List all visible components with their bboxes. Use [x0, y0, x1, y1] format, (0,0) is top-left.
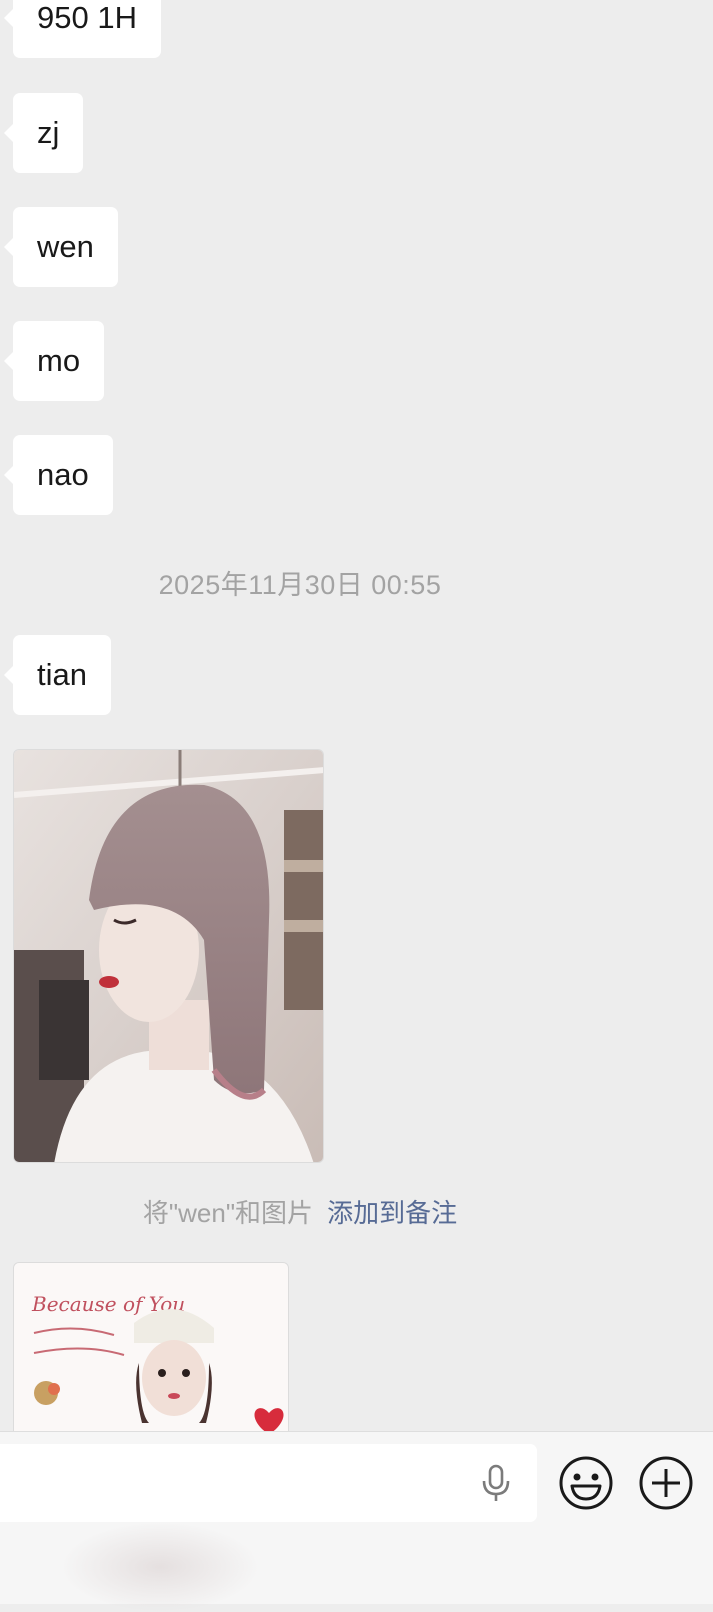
- message-text: nao: [37, 457, 89, 492]
- portrait-photo-image: [14, 750, 323, 1162]
- message-bubble[interactable]: wen: [4, 207, 118, 287]
- hint-text: 将"wen"和图片: [142, 1198, 314, 1228]
- message-text: 950 1H: [37, 0, 137, 35]
- message-bubble[interactable]: mo: [3, 321, 105, 401]
- microphone-icon[interactable]: [479, 1464, 513, 1502]
- plus-icon[interactable]: [638, 1455, 694, 1511]
- image-message-portrait[interactable]: [13, 749, 324, 1163]
- message-text: tian: [37, 657, 87, 692]
- chat-input-bar: [0, 1431, 713, 1612]
- message-timestamp: 2025年11月30日 00:55: [158, 570, 442, 600]
- message-bubble[interactable]: zj: [3, 93, 84, 173]
- message-text: mo: [37, 343, 81, 378]
- message-bubble[interactable]: 950 1H: [4, 0, 161, 58]
- sticker-photo-image: Because of You: [14, 1263, 288, 1431]
- add-to-remark-hint: 将"wen"和图片 添加到备注: [0, 1193, 600, 1230]
- emoji-icon[interactable]: [558, 1455, 614, 1511]
- message-input[interactable]: [0, 1444, 537, 1522]
- message-text: wen: [37, 229, 94, 264]
- chat-message-list[interactable]: 950 1H zj wen mo nao 2025年11月30日 00:55 t…: [0, 0, 713, 1431]
- keyboard-area-shadow: [60, 1522, 260, 1612]
- image-message-sticker[interactable]: Because of You: [13, 1262, 289, 1431]
- message-text: zj: [37, 115, 60, 150]
- add-to-remark-link[interactable]: 添加到备注: [327, 1198, 457, 1228]
- message-bubble[interactable]: nao: [4, 435, 113, 515]
- message-bubble[interactable]: tian: [4, 635, 111, 715]
